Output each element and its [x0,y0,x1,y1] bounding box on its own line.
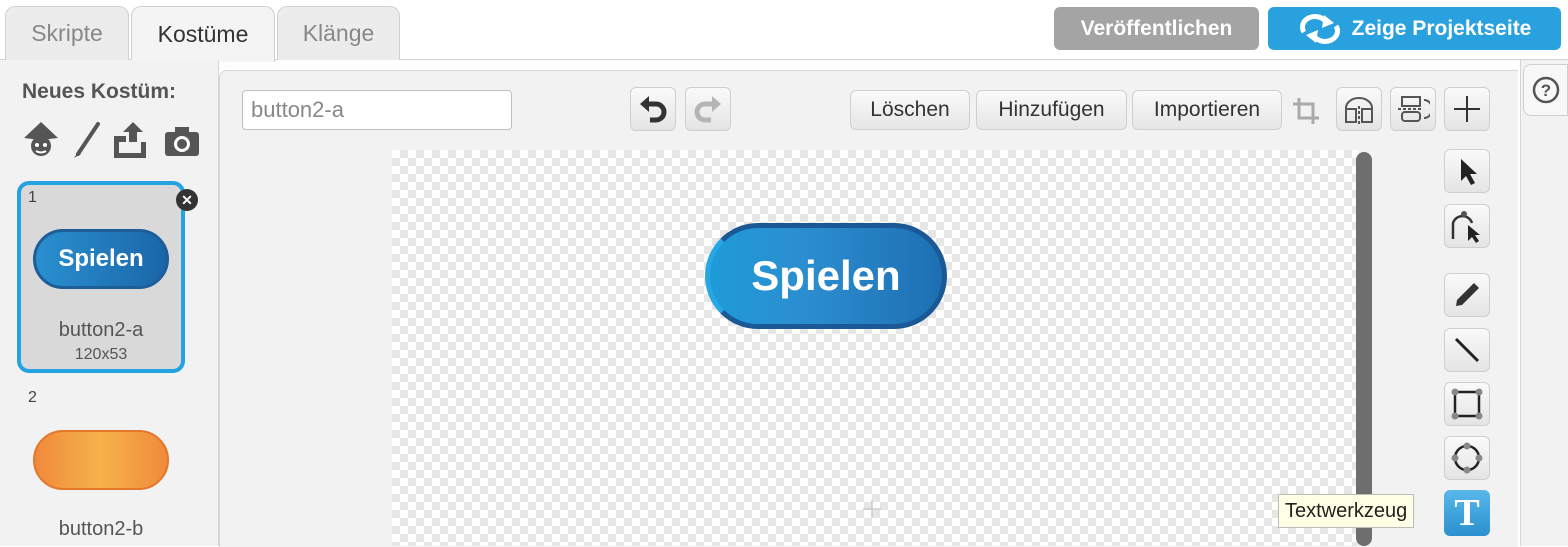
costume-size: 120x53 [74,346,128,363]
right-side-strip [1520,60,1568,546]
tab-label: Kostüme [157,21,249,47]
costume-thumbnail: Spielen [33,229,169,289]
crosshair-icon [1454,96,1480,122]
reshape-icon [1451,211,1480,243]
flip-vertical-icon [1398,96,1430,122]
line-tool[interactable] [1444,328,1490,372]
pencil-icon [1456,283,1479,306]
add-label: Hinzufügen [998,98,1105,121]
paint-canvas[interactable] [392,150,1358,546]
tooltip: Textwerkzeug [1278,494,1415,528]
undo-icon [640,96,667,123]
arrow-pointer-icon [1461,159,1477,185]
set-center-button[interactable] [1444,87,1490,131]
tab-label: Klänge [302,20,375,46]
reshape-tool[interactable] [1444,204,1490,248]
thumbnail-text: Spielen [58,245,144,272]
redo-icon [694,96,721,123]
crop-icon[interactable] [1286,92,1326,130]
center-marker-icon [863,500,881,518]
canvas-scrollbar[interactable] [1356,152,1372,546]
help-icon: ? [1532,76,1559,104]
publish-button[interactable]: Veröffentlichen [1054,7,1259,50]
canvas-button-text: Spielen [751,252,901,299]
costume-number: 1 [28,189,37,206]
clear-label: Löschen [870,98,950,121]
flip-horizontal-button[interactable] [1336,87,1382,131]
costume-thumbnail [33,430,169,490]
costume-name-input[interactable] [242,90,512,130]
sprite-library-icon[interactable] [22,120,60,160]
canvas-button-graphic[interactable]: Spielen [705,223,947,329]
svg-text:?: ? [1540,81,1550,100]
costume-number: 2 [28,389,37,406]
select-tool[interactable] [1444,149,1490,193]
project-page-button[interactable]: Zeige Projektseite [1268,7,1561,50]
tab-scripts[interactable]: Skripte [5,6,129,60]
redo-button[interactable] [685,87,731,131]
flip-horizontal-icon [1345,97,1373,124]
delete-costume-icon[interactable]: ✕ [176,189,198,211]
rectangle-icon [1451,388,1483,420]
upload-icon[interactable] [111,120,149,160]
paint-brush-icon[interactable] [68,120,106,160]
undo-button[interactable] [630,87,676,131]
import-label: Importieren [1153,98,1261,121]
line-icon [1454,337,1480,363]
text-tool-icon: T [1454,492,1480,534]
publish-label: Veröffentlichen [1080,16,1233,40]
tooltip-text: Textwerkzeug [1285,499,1408,522]
project-page-label: Zeige Projektseite [1351,16,1532,40]
add-button[interactable]: Hinzufügen [976,90,1127,130]
camera-icon[interactable] [163,120,201,160]
text-tool[interactable]: T [1444,490,1490,536]
import-button[interactable]: Importieren [1132,90,1282,130]
tab-label: Skripte [31,20,103,46]
costume-name: button2-b [58,518,144,540]
clear-button[interactable]: Löschen [850,90,970,130]
tab-sounds[interactable]: Klänge [277,6,400,60]
pencil-tool[interactable] [1444,273,1490,317]
rectangle-tool[interactable] [1444,382,1490,426]
tab-costumes[interactable]: Kostüme [131,6,275,62]
help-button[interactable]: ? [1523,64,1568,116]
ellipse-tool[interactable] [1444,436,1490,480]
flip-vertical-button[interactable] [1390,87,1436,131]
ellipse-icon [1451,442,1483,474]
refresh-arrows-icon [1299,13,1340,44]
costume-name: button2-a [58,319,144,341]
new-costume-label: Neues Kostüm: [22,80,177,103]
